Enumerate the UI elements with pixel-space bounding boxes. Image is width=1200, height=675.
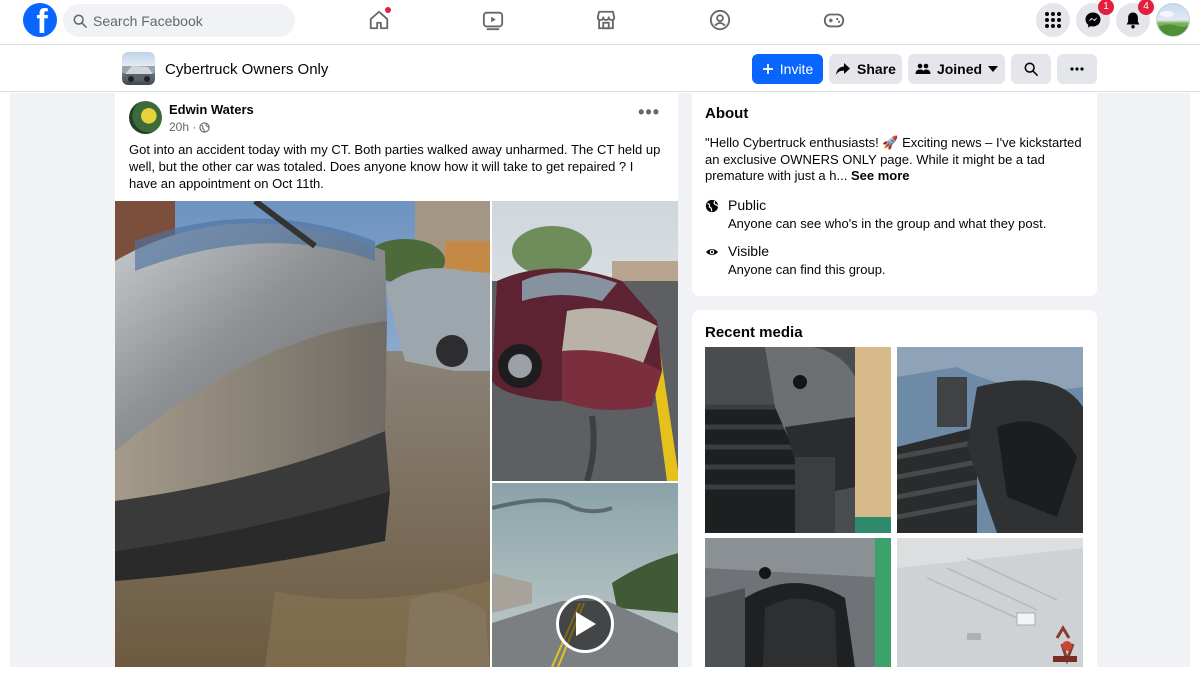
media-thumbnail[interactable] xyxy=(897,347,1083,533)
post-video-road[interactable] xyxy=(492,483,678,667)
post-photo-cybertruck[interactable] xyxy=(115,201,490,667)
home-notification-dot xyxy=(385,7,391,13)
search-icon xyxy=(73,14,87,28)
share-button[interactable]: Share xyxy=(829,54,902,84)
play-video-button[interactable] xyxy=(556,595,614,653)
more-dots-icon xyxy=(1070,67,1084,71)
post-author-name[interactable]: Edwin Waters xyxy=(169,102,254,117)
share-arrow-icon xyxy=(836,63,851,75)
post-time[interactable]: 20h · xyxy=(169,120,196,134)
facebook-logo[interactable]: f xyxy=(23,3,57,37)
privacy-public-subtitle: Anyone can see who's in the group and wh… xyxy=(728,216,1047,231)
messenger-button[interactable]: 1 xyxy=(1076,0,1114,37)
post-options-icon[interactable]: ••• xyxy=(638,103,660,121)
privacy-public-title: Public xyxy=(728,197,767,213)
post-author-avatar[interactable] xyxy=(129,101,162,134)
plus-icon xyxy=(762,64,773,74)
caret-down-icon xyxy=(988,66,999,72)
joined-label: Joined xyxy=(936,61,983,77)
groups-icon[interactable] xyxy=(708,8,732,32)
media-thumbnail[interactable] xyxy=(705,538,891,667)
top-navigation-bar: f 1 4 xyxy=(0,0,1200,42)
menu-grid-button[interactable] xyxy=(1036,3,1070,37)
visibility-subtitle: Anyone can find this group. xyxy=(728,262,886,277)
bell-icon xyxy=(1126,12,1140,29)
joined-dropdown-button[interactable]: Joined xyxy=(908,54,1005,84)
group-search-button[interactable] xyxy=(1011,54,1051,84)
media-thumbnail[interactable] xyxy=(897,538,1083,667)
watch-icon[interactable] xyxy=(481,8,505,32)
menu-grid-icon xyxy=(1045,12,1061,28)
facebook-logo-letter: f xyxy=(36,3,48,37)
marketplace-icon[interactable] xyxy=(594,8,618,32)
about-title: About xyxy=(705,105,749,122)
notifications-badge: 4 xyxy=(1138,0,1154,15)
recent-media-card: Recent media xyxy=(692,310,1097,667)
visibility-title: Visible xyxy=(728,243,769,259)
globe-icon xyxy=(199,121,211,133)
home-icon[interactable] xyxy=(367,7,391,32)
about-card: About "Hello Cybertruck enthusiasts! 🚀 E… xyxy=(692,93,1097,296)
profile-avatar[interactable] xyxy=(1156,3,1190,37)
globe-icon xyxy=(705,199,719,213)
eye-icon xyxy=(705,248,719,256)
search-input[interactable] xyxy=(93,12,273,29)
members-icon xyxy=(915,63,931,74)
post-text: Got into an accident today with my CT. B… xyxy=(129,142,661,191)
notifications-button[interactable]: 4 xyxy=(1116,0,1154,37)
invite-button[interactable]: Invite xyxy=(752,54,823,84)
group-name[interactable]: Cybertruck Owners Only xyxy=(165,61,328,78)
search-box[interactable] xyxy=(63,4,295,37)
gaming-icon[interactable] xyxy=(822,8,846,32)
group-header-bar: Cybertruck Owners Only Invite Share Join… xyxy=(0,44,1200,92)
group-more-button[interactable] xyxy=(1057,54,1097,84)
post-card: Edwin Waters 20h · ••• Got into an accid… xyxy=(115,93,678,667)
recent-media-title: Recent media xyxy=(705,324,803,341)
post-photo-damaged-car[interactable] xyxy=(492,201,678,481)
messenger-badge: 1 xyxy=(1098,0,1114,15)
group-cover-thumbnail[interactable] xyxy=(122,52,155,85)
invite-label: Invite xyxy=(779,61,814,77)
about-description: "Hello Cybertruck enthusiasts! 🚀 Excitin… xyxy=(705,135,1087,185)
see-more-link[interactable]: See more xyxy=(851,168,910,183)
messenger-icon xyxy=(1085,12,1101,28)
media-thumbnail[interactable] xyxy=(705,347,891,533)
search-icon xyxy=(1024,62,1038,76)
play-icon xyxy=(576,612,596,636)
share-label: Share xyxy=(857,61,896,77)
post-meta: 20h · xyxy=(169,120,211,134)
